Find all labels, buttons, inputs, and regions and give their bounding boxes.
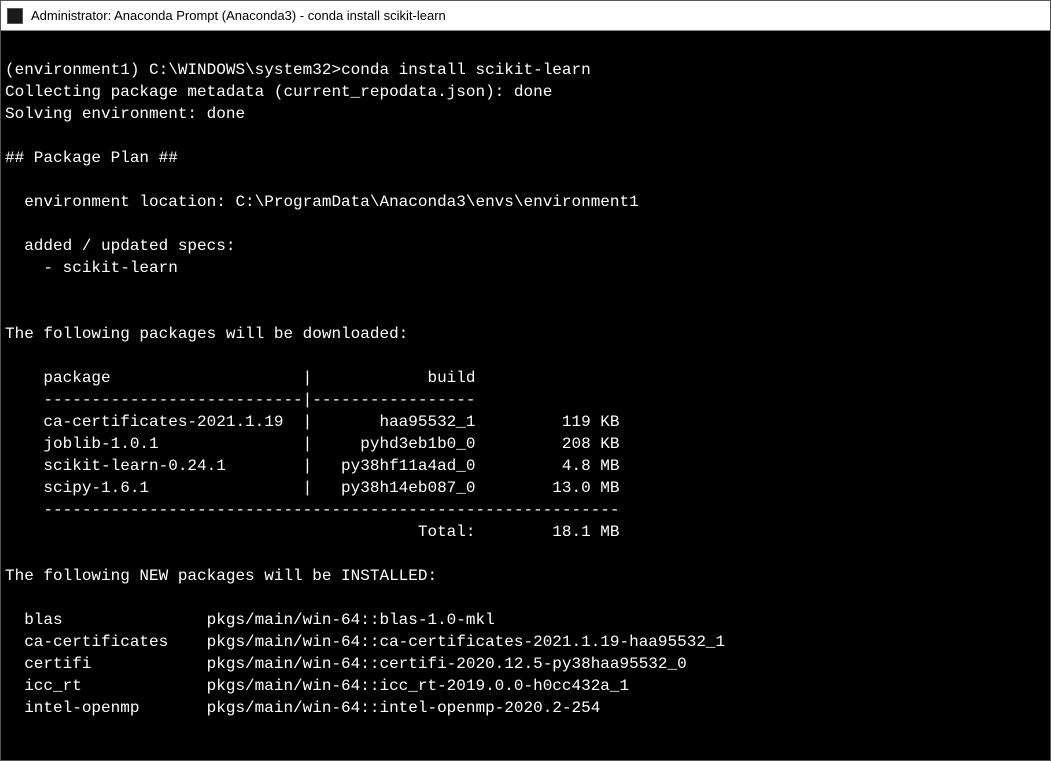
download-table-divider: ---------------------------|------------… <box>5 391 475 409</box>
download-row: ca-certificates-2021.1.19 | haa95532_1 1… <box>5 413 620 431</box>
terminal-output[interactable]: (environment1) C:\WINDOWS\system32>conda… <box>1 31 1050 760</box>
prompt-path: C:\WINDOWS\system32> <box>149 61 341 79</box>
install-row: icc_rt pkgs/main/win-64::icc_rt-2019.0.0… <box>5 677 629 695</box>
install-header: The following NEW packages will be INSTA… <box>5 567 437 585</box>
install-row: blas pkgs/main/win-64::blas-1.0-mkl <box>5 611 495 629</box>
download-total: Total: 18.1 MB <box>5 523 620 541</box>
install-row: intel-openmp pkgs/main/win-64::intel-ope… <box>5 699 600 717</box>
output-line: Solving environment: done <box>5 105 245 123</box>
install-row: certifi pkgs/main/win-64::certifi-2020.1… <box>5 655 687 673</box>
environment-location: environment location: C:\ProgramData\Ana… <box>5 193 639 211</box>
window-title: Administrator: Anaconda Prompt (Anaconda… <box>31 8 446 23</box>
download-table-divider: ----------------------------------------… <box>5 501 620 519</box>
added-specs-header: added / updated specs: <box>5 237 235 255</box>
window: Administrator: Anaconda Prompt (Anaconda… <box>0 0 1051 761</box>
prompt-env: (environment1) <box>5 61 149 79</box>
package-plan-header: ## Package Plan ## <box>5 149 178 167</box>
download-row: joblib-1.0.1 | pyhd3eb1b0_0 208 KB <box>5 435 620 453</box>
download-table-header: package | build <box>5 369 475 387</box>
added-specs-item: - scikit-learn <box>5 259 178 277</box>
download-row: scipy-1.6.1 | py38h14eb087_0 13.0 MB <box>5 479 620 497</box>
output-line: Collecting package metadata (current_rep… <box>5 83 552 101</box>
download-row: scikit-learn-0.24.1 | py38hf11a4ad_0 4.8… <box>5 457 620 475</box>
titlebar[interactable]: Administrator: Anaconda Prompt (Anaconda… <box>1 1 1050 31</box>
downloads-header: The following packages will be downloade… <box>5 325 408 343</box>
terminal-icon <box>7 8 23 24</box>
command-text: conda install scikit-learn <box>341 61 591 79</box>
install-row: ca-certificates pkgs/main/win-64::ca-cer… <box>5 633 725 651</box>
